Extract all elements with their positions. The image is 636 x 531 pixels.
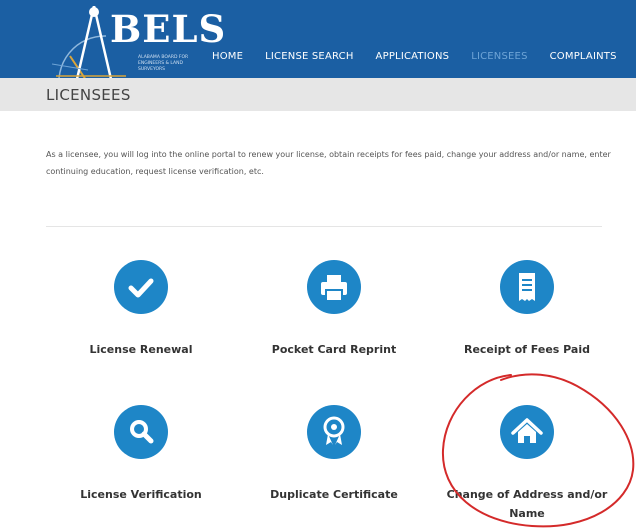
license-verification-icon-circle[interactable] (114, 405, 168, 459)
checkmark-icon (128, 278, 154, 298)
tile-receipt-of-fees[interactable]: Receipt of Fees Paid (432, 260, 622, 359)
tile-license-renewal[interactable]: License Renewal (46, 260, 236, 359)
nav-complaints[interactable]: COMPLAINTS (550, 51, 617, 62)
nav-home[interactable]: HOME (212, 51, 243, 62)
divider (46, 226, 602, 227)
page-title: LICENSEES (46, 86, 131, 104)
logo-subtext: ALABAMA BOARD FOR ENGINEERS & LAND SURVE… (138, 55, 189, 72)
nav-licensees[interactable]: LICENSEES (471, 51, 527, 62)
award-icon (323, 416, 345, 445)
certificate-icon-circle[interactable] (307, 405, 361, 459)
intro-text: As a licensee, you will log into the onl… (46, 150, 611, 176)
logo-wordmark: BELS (110, 7, 227, 51)
tile-duplicate-certificate[interactable]: Duplicate Certificate (239, 405, 429, 504)
nav-applications[interactable]: APPLICATIONS (376, 51, 450, 62)
page-title-bar: LICENSEES (0, 78, 636, 111)
nav-license-search[interactable]: LICENSE SEARCH (265, 51, 353, 62)
tile-label[interactable]: License Renewal (46, 340, 236, 359)
pocket-card-icon-circle[interactable] (307, 260, 361, 314)
tile-label[interactable]: License Verification (46, 485, 236, 504)
red-annotation-circle (441, 373, 635, 528)
tile-pocket-card-reprint[interactable]: Pocket Card Reprint (239, 260, 429, 359)
license-renewal-icon-circle[interactable] (114, 260, 168, 314)
receipt-icon (519, 273, 535, 301)
receipt-icon-circle[interactable] (500, 260, 554, 314)
tile-label[interactable]: Receipt of Fees Paid (432, 340, 622, 359)
tile-license-verification[interactable]: License Verification (46, 405, 236, 504)
tile-label[interactable]: Duplicate Certificate (239, 485, 429, 504)
main-nav: HOME LICENSE SEARCH APPLICATIONS LICENSEES C… (212, 44, 636, 64)
printer-icon (321, 275, 347, 302)
tile-label[interactable]: Pocket Card Reprint (239, 340, 429, 359)
search-icon (130, 420, 154, 444)
